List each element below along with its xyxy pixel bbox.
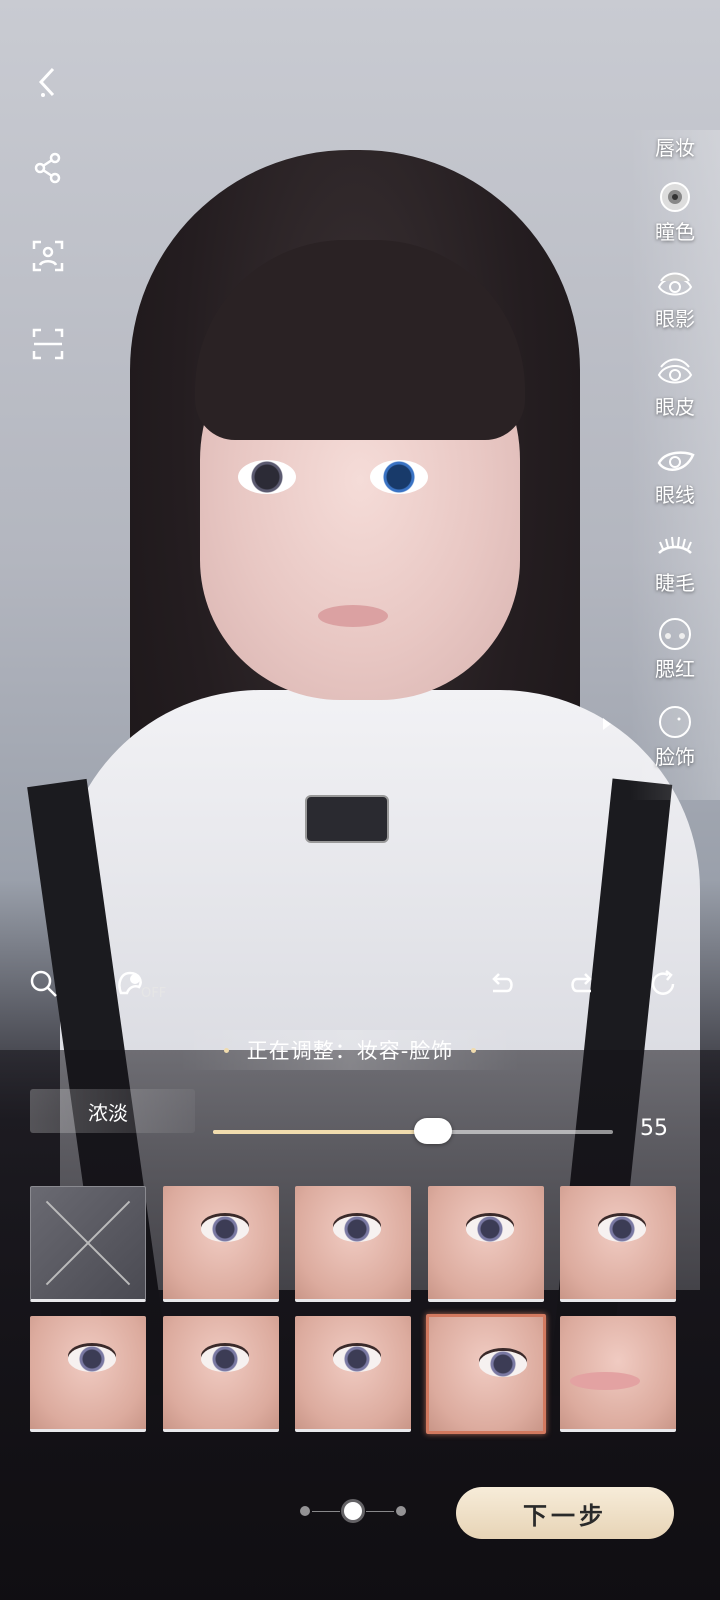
- intensity-label: 浓淡: [30, 1089, 195, 1133]
- character-collar-clip: [305, 795, 389, 843]
- makeup-category-panel: 唇妆 瞳色 眼影 眼皮 眼线 睫毛 腮红 脸饰: [630, 130, 720, 800]
- page-dot[interactable]: [300, 1506, 310, 1516]
- option-thumbnail[interactable]: [560, 1186, 676, 1302]
- face-scan-icon: [32, 240, 64, 272]
- page-indicator: [300, 1496, 410, 1526]
- category-label: 睫毛: [655, 571, 695, 595]
- option-thumbnail[interactable]: [30, 1316, 146, 1432]
- category-eyeshadow[interactable]: 眼影: [630, 267, 720, 332]
- category-label: 脸饰: [655, 745, 695, 769]
- category-face-decor[interactable]: 脸饰: [630, 705, 720, 770]
- category-eyelash[interactable]: 睫毛: [630, 531, 720, 596]
- category-eyelid[interactable]: 眼皮: [630, 355, 720, 420]
- character-eye-right: [370, 460, 428, 494]
- pupil-icon: [660, 182, 690, 212]
- next-step-button[interactable]: 下一步: [456, 1487, 674, 1539]
- eyeliner-icon: [657, 451, 695, 471]
- reset-button[interactable]: [645, 966, 681, 1002]
- option-thumbnail[interactable]: [163, 1316, 279, 1432]
- eyeshadow-icon: [657, 272, 693, 296]
- category-lip[interactable]: 唇妆: [630, 130, 720, 161]
- option-thumbnail-selected[interactable]: [426, 1314, 546, 1434]
- category-blush[interactable]: 腮红: [630, 617, 720, 682]
- intensity-value: 55: [640, 1116, 668, 1141]
- category-label: 唇妆: [655, 136, 695, 160]
- category-eyeliner[interactable]: 眼线: [630, 443, 720, 508]
- back-icon: [38, 67, 55, 97]
- search-button[interactable]: [26, 966, 62, 1002]
- intensity-slider[interactable]: [213, 1118, 613, 1144]
- reset-icon: [651, 970, 675, 995]
- share-icon: [34, 152, 61, 184]
- face-decor-icon: [659, 706, 691, 738]
- share-button[interactable]: [28, 148, 68, 188]
- category-label: 瞳色: [655, 220, 695, 244]
- undo-button[interactable]: [484, 966, 520, 1002]
- redo-icon: [571, 973, 592, 993]
- adjusting-status-banner: 正在调整：妆容-脸饰: [180, 1030, 520, 1070]
- status-dot-right: [471, 1047, 477, 1053]
- scan-frame-button[interactable]: [28, 324, 68, 364]
- option-thumbnail[interactable]: [295, 1316, 411, 1432]
- option-thumbnail[interactable]: [428, 1186, 544, 1302]
- category-label: 眼线: [655, 483, 695, 507]
- character-lips: [318, 605, 388, 627]
- undo-icon: [492, 973, 513, 993]
- blush-icon: [659, 618, 691, 650]
- category-label: 眼皮: [655, 395, 695, 419]
- none-option-icon: [45, 1200, 131, 1286]
- back-button[interactable]: [28, 62, 68, 102]
- option-thumbnail[interactable]: [295, 1186, 411, 1302]
- page-dot[interactable]: [396, 1506, 406, 1516]
- selected-category-indicator: [603, 718, 611, 730]
- eyelid-icon: [657, 358, 693, 384]
- category-label: 眼影: [655, 307, 695, 331]
- character-eye-left: [238, 460, 296, 494]
- face-decor-options-grid: [30, 1186, 710, 1446]
- page-connector: [366, 1511, 394, 1512]
- redo-button[interactable]: [564, 966, 600, 1002]
- face-scan-button[interactable]: [28, 236, 68, 276]
- intensity-slider-thumb[interactable]: [414, 1118, 452, 1144]
- search-icon: [30, 970, 57, 997]
- scan-frame-icon: [32, 328, 64, 360]
- hair-toggle-state: OFF: [141, 986, 167, 1001]
- page-dot-active[interactable]: [344, 1502, 362, 1520]
- option-none[interactable]: [30, 1186, 146, 1302]
- category-pupil[interactable]: 瞳色: [630, 180, 720, 245]
- category-label: 腮红: [655, 657, 695, 681]
- page-connector: [312, 1511, 340, 1512]
- intensity-slider-fill: [213, 1130, 433, 1134]
- status-dot-left: [223, 1047, 229, 1053]
- eyelash-icon: [658, 536, 692, 554]
- status-text: 正在调整：妆容-脸饰: [246, 1039, 454, 1063]
- option-thumbnail[interactable]: [163, 1186, 279, 1302]
- option-thumbnail[interactable]: [560, 1316, 676, 1432]
